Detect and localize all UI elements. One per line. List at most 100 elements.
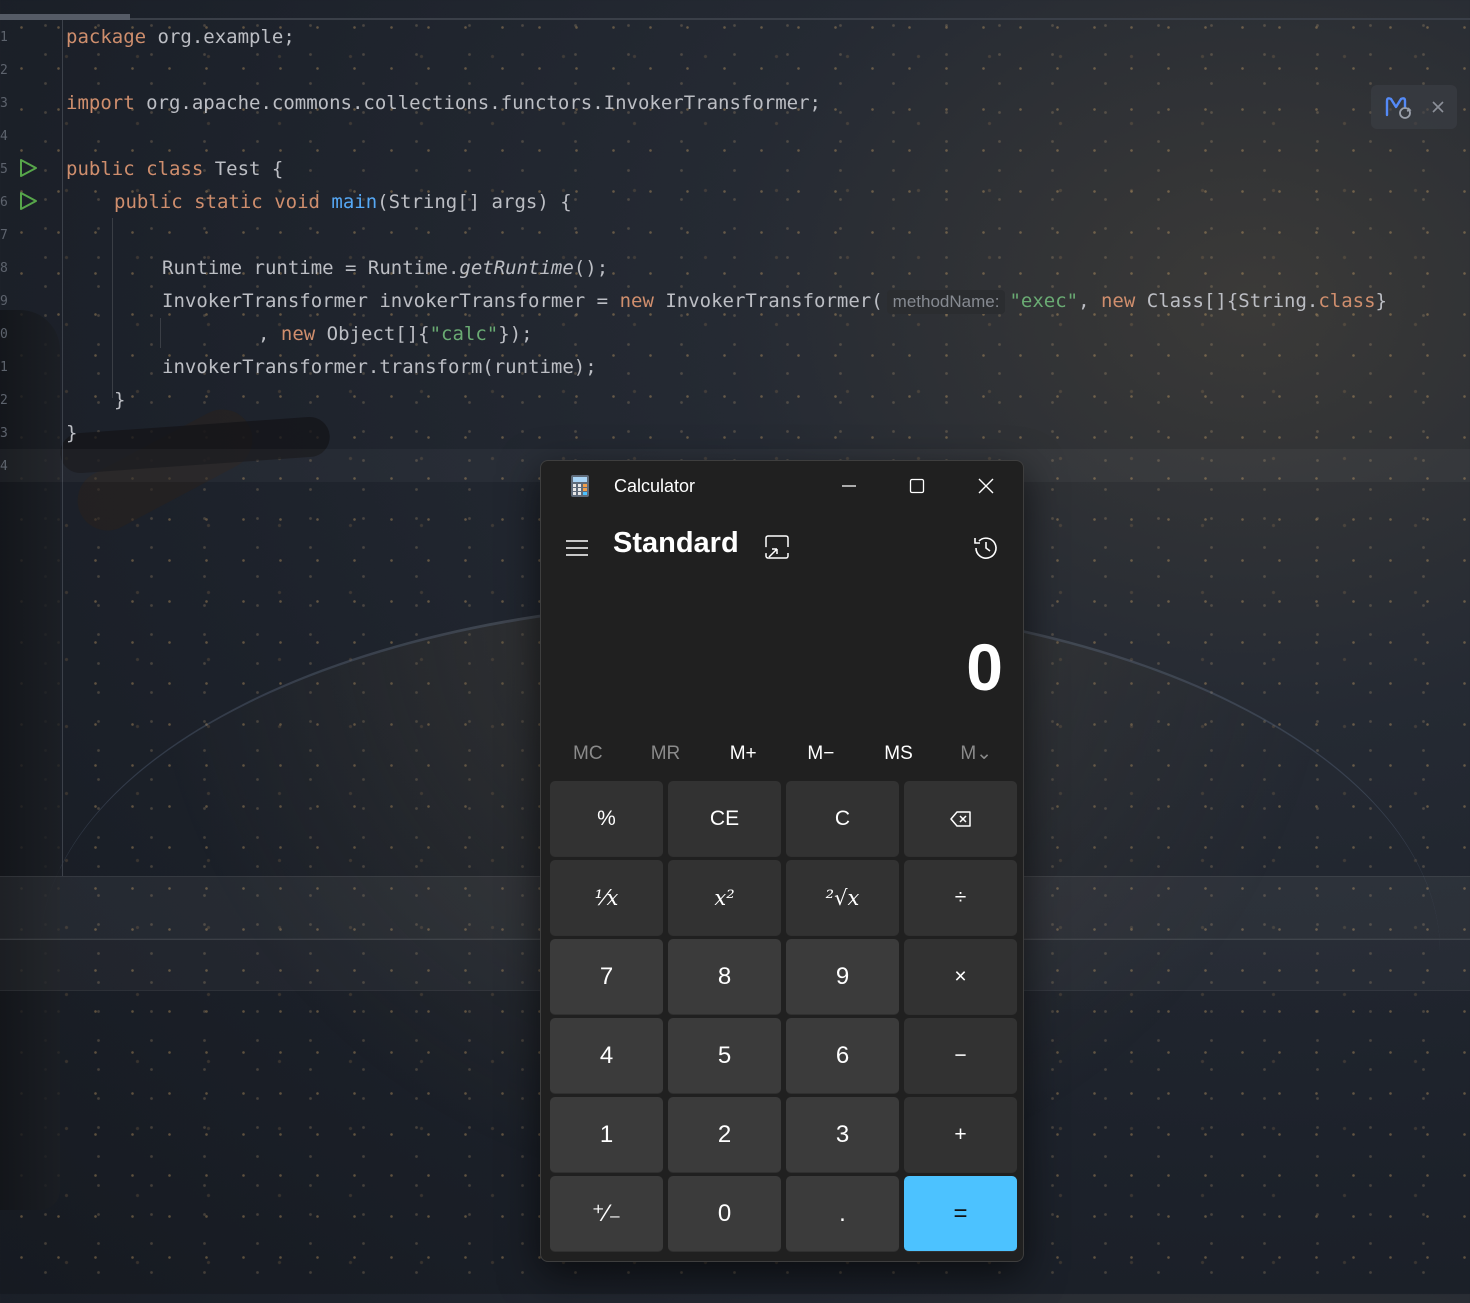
code-text: InvokerTransformer invokerTransformer = (162, 290, 620, 312)
line-number: 4 (0, 129, 8, 144)
line-number: 9 (0, 294, 8, 309)
keyword: new (1100, 290, 1136, 312)
line-number: 8 (0, 261, 8, 276)
memory-list-button[interactable]: M⌄ (937, 739, 1015, 769)
backspace-button[interactable] (904, 781, 1017, 857)
editor-top-border (0, 18, 1470, 20)
code-line-transformer[interactable]: InvokerTransformer invokerTransformer = … (162, 285, 1387, 318)
code-line-class[interactable]: public class Test { (66, 153, 283, 186)
digit-7-button[interactable]: 7 (550, 939, 663, 1015)
square-root-button[interactable]: ²√x (786, 860, 899, 936)
keyword: class (1318, 290, 1376, 312)
maximize-button[interactable] (897, 469, 937, 503)
keyword: public (114, 191, 183, 213)
mode-title: Standard (613, 527, 739, 559)
negate-button[interactable]: ⁺⁄₋ (550, 1176, 663, 1252)
calculator-window: Calculator Standard 0 MC MR M+ M− MS M⌄ (540, 460, 1024, 1262)
reciprocal-button[interactable]: ¹⁄x (550, 860, 663, 936)
memory-recall-button[interactable]: MR (627, 739, 705, 769)
code-text: }); (498, 323, 533, 345)
keyword: new (280, 323, 316, 345)
digit-5-button[interactable]: 5 (668, 1018, 781, 1094)
indent-guide (160, 318, 161, 348)
indent-guide (112, 218, 113, 398)
digit-4-button[interactable]: 4 (550, 1018, 663, 1094)
run-main-icon[interactable] (18, 191, 38, 211)
keyword: static (194, 191, 263, 213)
digit-9-button[interactable]: 9 (786, 939, 899, 1015)
code-line-package[interactable]: package org.example; (66, 21, 295, 54)
decimal-button[interactable]: . (786, 1176, 899, 1252)
navigation-menu-icon[interactable] (565, 535, 589, 561)
line-number: 3 (0, 96, 8, 111)
maven-reload-icon[interactable] (1385, 95, 1413, 121)
keyword: void (274, 191, 320, 213)
mode-header: Standard (541, 523, 1023, 573)
code-text: } (1375, 290, 1387, 312)
percent-button[interactable]: % (550, 781, 663, 857)
backspace-icon (949, 810, 971, 827)
plus-button[interactable]: + (904, 1097, 1017, 1173)
result-display: 0 (966, 630, 1003, 704)
maven-reload-popup (1371, 85, 1457, 129)
keep-on-top-icon[interactable] (763, 533, 793, 563)
parameter-hint: methodName: (886, 290, 1006, 314)
code-line-close-class[interactable]: } (66, 417, 77, 450)
code-text: } (66, 422, 78, 444)
memory-subtract-button[interactable]: M− (782, 739, 860, 769)
code-text: InvokerTransformer( (653, 290, 883, 312)
close-icon (978, 478, 994, 494)
line-number: 7 (0, 228, 8, 243)
line-number: 3 (0, 426, 8, 441)
digit-8-button[interactable]: 8 (668, 939, 781, 1015)
string-literal: "calc" (429, 323, 499, 345)
memory-clear-button[interactable]: MC (549, 739, 627, 769)
equals-button[interactable]: = (904, 1176, 1017, 1252)
clear-button[interactable]: C (786, 781, 899, 857)
code-text: , (1078, 290, 1101, 312)
keyword: class (146, 158, 204, 180)
run-class-icon[interactable] (18, 158, 38, 178)
code-line-import[interactable]: import org.apache.commons.collections.fu… (66, 87, 821, 120)
minimize-icon (842, 485, 856, 487)
close-icon[interactable] (1431, 100, 1445, 114)
code-text: Test { (203, 158, 284, 180)
code-text: Class[]{String. (1135, 290, 1319, 312)
memory-add-button[interactable]: M+ (704, 739, 782, 769)
code-text: Object[]{ (315, 323, 430, 345)
code-text: , (258, 323, 281, 345)
code-text: org.example; (146, 26, 295, 48)
clear-entry-button[interactable]: CE (668, 781, 781, 857)
history-icon[interactable] (971, 533, 1001, 563)
code-text: org.apache.commons.collections.functors.… (134, 92, 821, 114)
maximize-icon (909, 478, 925, 494)
method-name: main (331, 191, 378, 213)
line-number: 2 (0, 63, 8, 78)
minimize-button[interactable] (829, 469, 869, 503)
code-line-close-method[interactable]: } (114, 384, 125, 417)
divide-button[interactable]: ÷ (904, 860, 1017, 936)
window-title: Calculator (614, 476, 696, 496)
code-text: } (114, 389, 126, 411)
square-button[interactable]: x² (668, 860, 781, 936)
code-line-runtime[interactable]: Runtime runtime = Runtime.getRuntime(); (162, 252, 608, 285)
digit-1-button[interactable]: 1 (550, 1097, 663, 1173)
digit-3-button[interactable]: 3 (786, 1097, 899, 1173)
code-text: invokerTransformer.transform(runtime); (162, 356, 597, 378)
memory-store-button[interactable]: MS (860, 739, 938, 769)
code-line-transform[interactable]: invokerTransformer.transform(runtime); (162, 351, 597, 384)
title-bar[interactable]: Calculator (541, 461, 1023, 509)
digit-6-button[interactable]: 6 (786, 1018, 899, 1094)
digit-2-button[interactable]: 2 (668, 1097, 781, 1173)
code-text: Runtime runtime = Runtime. (162, 257, 460, 279)
keyword: import (66, 92, 135, 114)
minus-button[interactable]: − (904, 1018, 1017, 1094)
close-button[interactable] (966, 469, 1006, 503)
string-literal: "exec" (1009, 290, 1079, 312)
code-line-main[interactable]: public static void main(String[] args) { (114, 186, 572, 219)
code-line-args[interactable]: , new Object[]{"calc"}); (258, 318, 533, 351)
line-number: 5 (0, 162, 8, 177)
digit-0-button[interactable]: 0 (668, 1176, 781, 1252)
line-number: 2 (0, 393, 8, 408)
multiply-button[interactable]: × (904, 939, 1017, 1015)
